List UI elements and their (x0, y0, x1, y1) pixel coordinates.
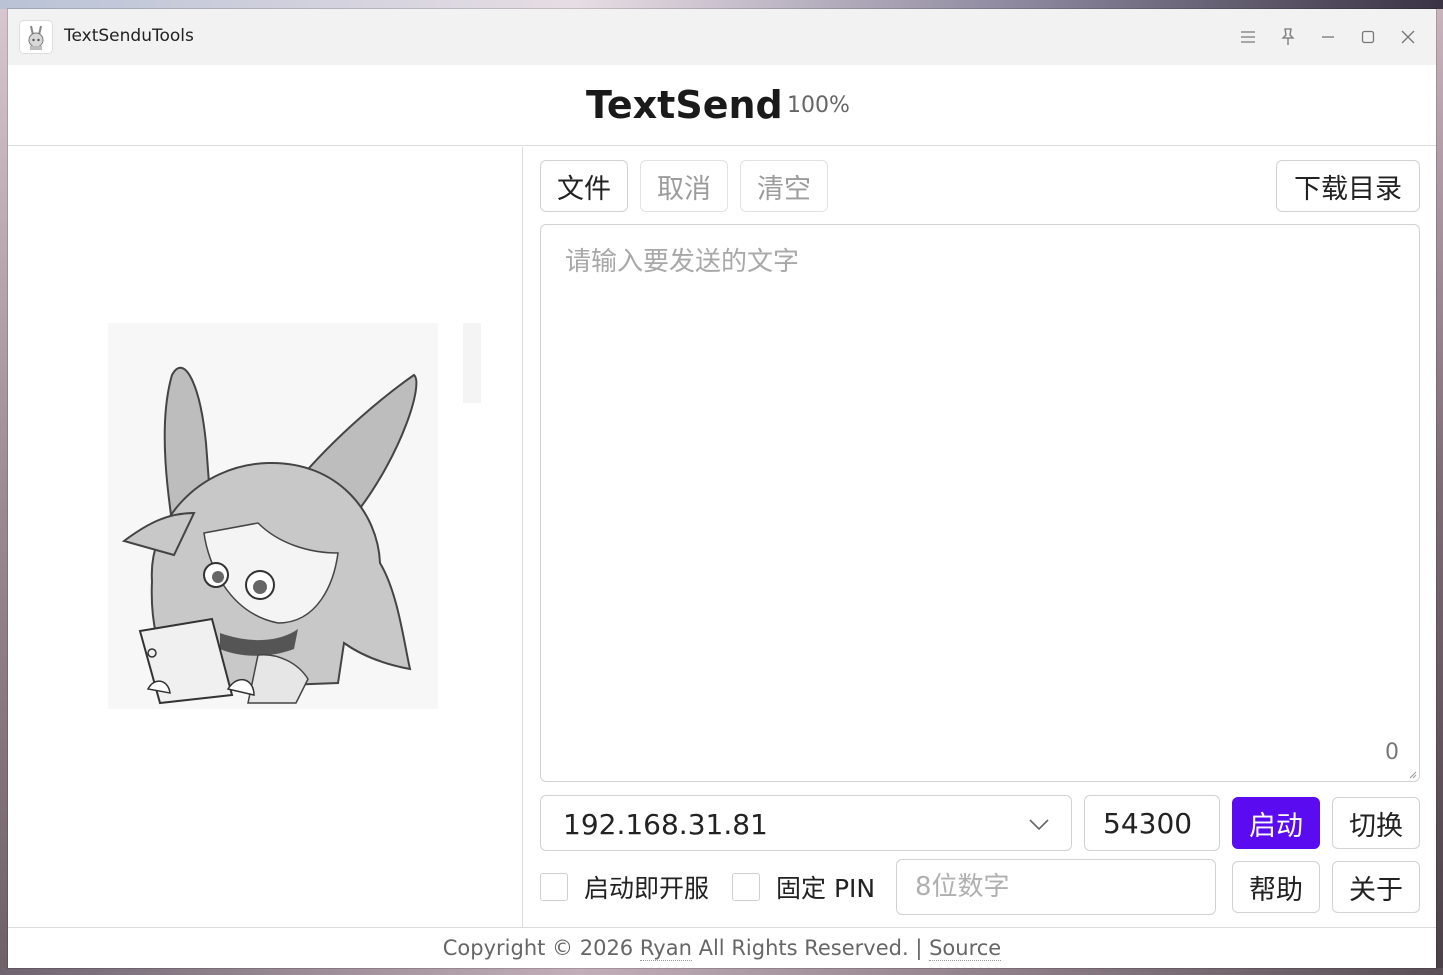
fixed-pin-option: 固定 PIN (732, 871, 875, 903)
message-textarea[interactable] (541, 225, 1419, 781)
switch-button[interactable]: 切换 (1332, 797, 1420, 849)
about-button[interactable]: 关于 (1332, 861, 1420, 913)
file-button[interactable]: 文件 (540, 160, 628, 212)
auto-serve-label: 启动即开服 (584, 874, 710, 903)
download-directory-button[interactable]: 下载目录 (1276, 160, 1420, 212)
rights-text: All Rights Reserved. | (698, 936, 923, 960)
message-textarea-container: 0 (540, 224, 1420, 782)
app-window: TextSenduTools TextSend 100% 文件 取消 清空 下载… (8, 9, 1436, 968)
close-icon[interactable] (1394, 23, 1422, 51)
clear-button[interactable]: 清空 (740, 160, 828, 212)
maximize-icon[interactable] (1354, 23, 1382, 51)
resize-handle-icon[interactable] (1407, 769, 1417, 779)
port-input[interactable] (1084, 795, 1220, 851)
chevron-down-icon (1029, 819, 1049, 831)
window-title: TextSenduTools (64, 26, 194, 46)
fixed-pin-checkbox[interactable] (732, 873, 760, 901)
start-button[interactable]: 启动 (1232, 797, 1320, 849)
zoom-level: 100% (787, 93, 850, 118)
app-brand-title: TextSend (586, 83, 783, 127)
left-panel (8, 147, 523, 927)
help-button[interactable]: 帮助 (1232, 861, 1320, 913)
desktop-background-left (0, 9, 8, 975)
copyright-text: Copyright © 2026 (442, 936, 634, 960)
character-count: 0 (1385, 740, 1399, 765)
title-bar[interactable]: TextSenduTools (8, 9, 1436, 65)
right-panel: 文件 取消 清空 下载目录 0 192.168.31.81 启动 切换 启动即开… (524, 147, 1436, 927)
desktop-background-bottom (0, 968, 1443, 975)
source-link[interactable]: Source (929, 936, 1002, 961)
mascot-illustration (108, 323, 481, 709)
author-link[interactable]: Ryan (639, 936, 692, 961)
app-logo-icon (20, 21, 52, 53)
ip-address-select[interactable]: 192.168.31.81 (540, 795, 1072, 851)
auto-serve-option: 启动即开服 (540, 871, 709, 903)
app-header: TextSend 100% (8, 65, 1436, 146)
pin-icon[interactable] (1274, 23, 1302, 51)
menu-icon[interactable] (1234, 23, 1262, 51)
fixed-pin-label: 固定 PIN (776, 874, 876, 903)
footer: Copyright © 2026 Ryan All Rights Reserve… (8, 927, 1436, 968)
desktop-background-right (1436, 9, 1443, 975)
ip-address-value: 192.168.31.81 (563, 808, 768, 841)
auto-serve-checkbox[interactable] (540, 873, 568, 901)
cancel-button[interactable]: 取消 (640, 160, 728, 212)
minimize-icon[interactable] (1314, 23, 1342, 51)
desktop-background-top (0, 0, 1443, 9)
pin-input[interactable] (896, 859, 1216, 915)
